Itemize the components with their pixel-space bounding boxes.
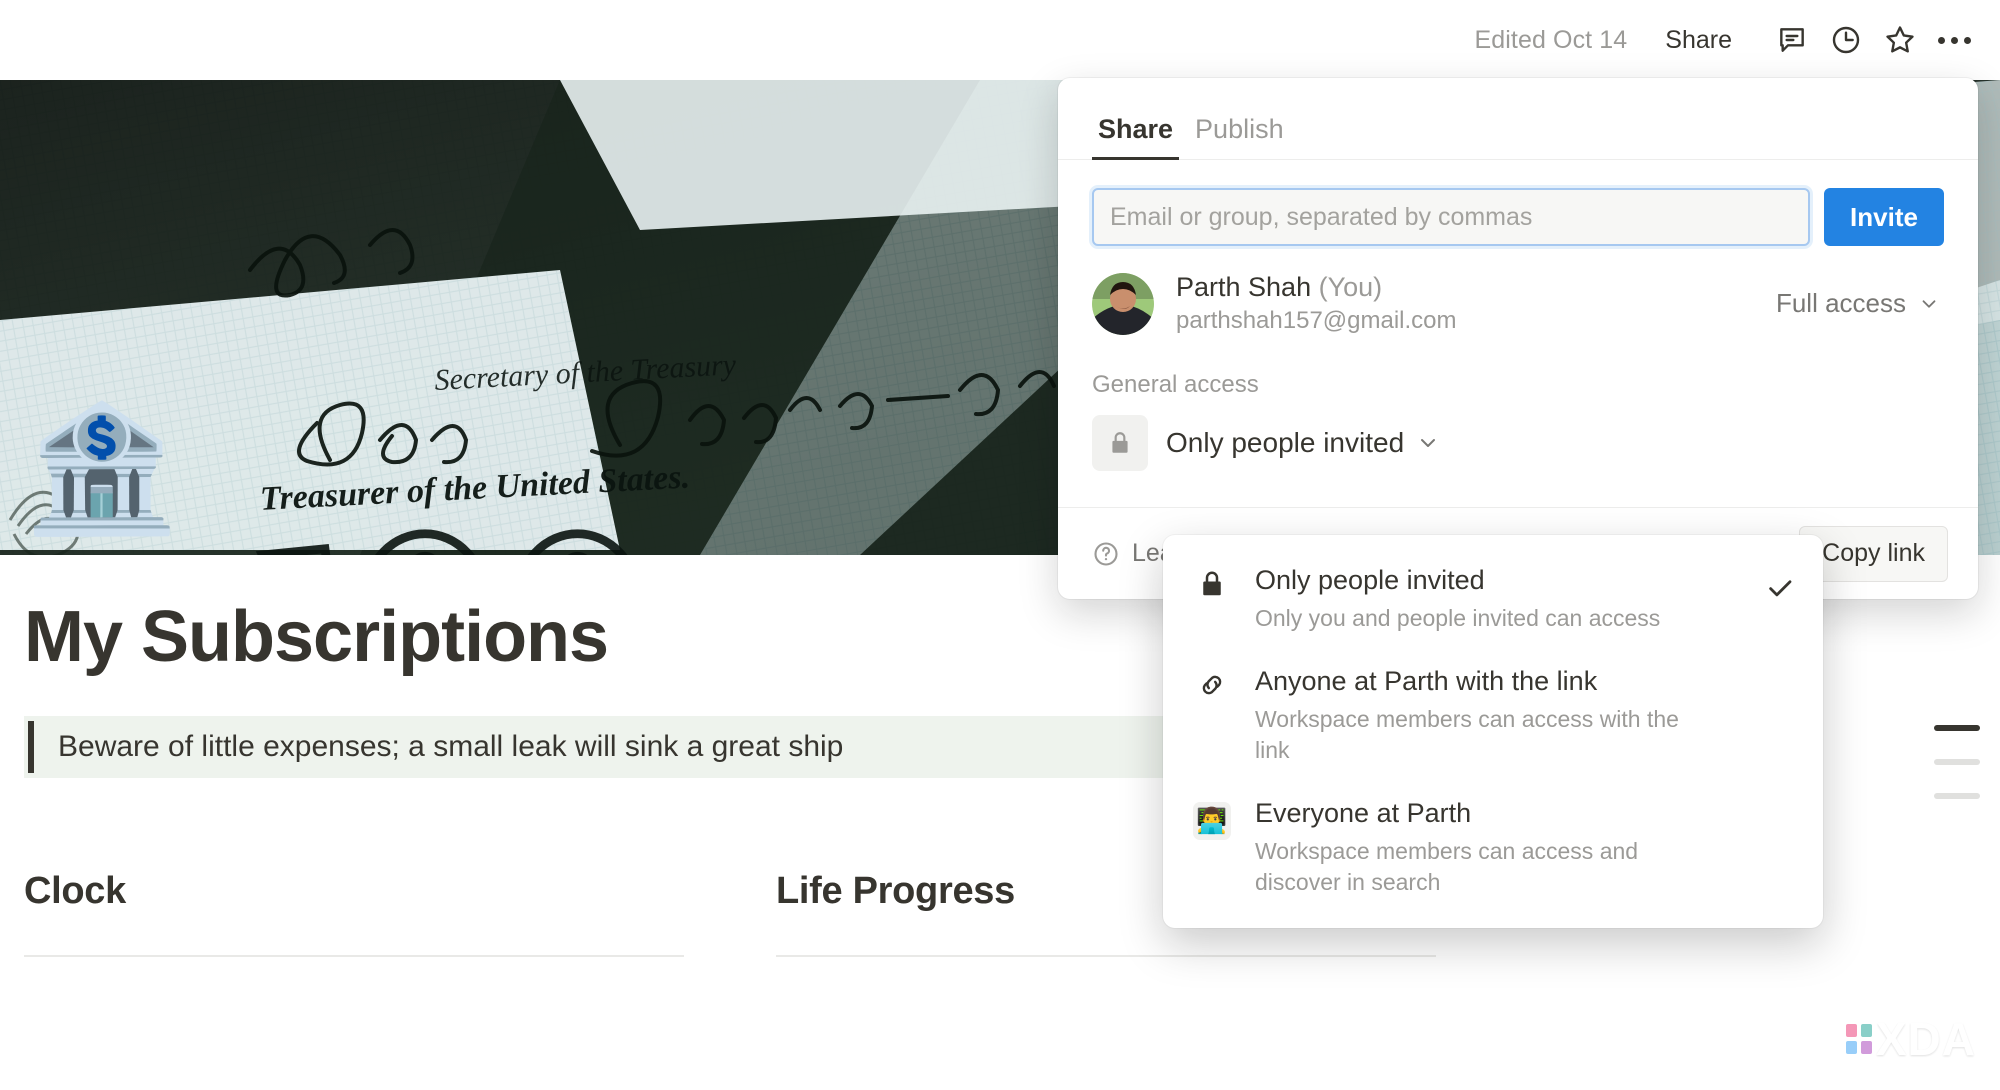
question-circle-icon [1094, 541, 1118, 566]
person-avatar-icon: 👨‍💻 [1191, 798, 1233, 841]
divider [776, 955, 1436, 957]
xda-wordmark: XDA [1875, 1013, 1976, 1065]
chevron-down-icon [1922, 299, 1936, 308]
xda-watermark: XDA [1845, 1012, 1976, 1066]
more-options-icon[interactable] [1930, 16, 1978, 64]
invite-button[interactable]: Invite [1824, 188, 1944, 246]
share-dialog: Share Publish Invite [1058, 78, 1978, 599]
top-toolbar: Edited Oct 14 Share [0, 0, 2000, 80]
menu-item-anyone-with-link[interactable]: Anyone at Parth with the link Workspace … [1163, 650, 1823, 782]
check-placeholder [1763, 666, 1797, 674]
heading-clock[interactable]: Clock [24, 870, 684, 913]
xda-logo-mark [1845, 1024, 1872, 1054]
menu-item-title: Anyone at Parth with the link [1255, 666, 1598, 697]
column-clock: Clock [24, 870, 684, 957]
menu-item-description: Workspace members can access with the li… [1255, 706, 1679, 764]
quote-accent-bar [28, 721, 34, 773]
page-emoji-icon[interactable]: 🏦 [24, 393, 178, 545]
invite-row: Invite [1058, 160, 1978, 246]
check-icon [1763, 565, 1797, 603]
general-access-value: Only people invited [1166, 427, 1405, 458]
menu-text: Anyone at Parth with the link Workspace … [1255, 666, 1741, 766]
person-email: parthshah157@gmail.com [1176, 307, 1457, 334]
person-access-value: Full access [1775, 288, 1906, 318]
person-meta: Parth Shah (You) parthshah157@gmail.com [1176, 272, 1776, 335]
person-access-dropdown[interactable]: Full access [1776, 288, 1944, 319]
lock-icon [1092, 415, 1148, 471]
person-name: Parth Shah (You) [1176, 272, 1776, 303]
menu-item-description: Workspace members can access and discove… [1255, 838, 1639, 896]
general-access-label: General access [1092, 371, 1259, 398]
comment-icon[interactable] [1768, 16, 1816, 64]
chevron-down-icon [1421, 439, 1436, 447]
notion-page: Secretary of the Treasury Treasurer of t… [0, 0, 2000, 1090]
general-access-row: Only people invited [1058, 399, 1978, 471]
menu-item-everyone-at-workspace[interactable]: 👨‍💻 Everyone at Parth Workspace members … [1163, 782, 1823, 914]
person-you-suffix: (You) [1318, 272, 1383, 302]
last-edited-label: Edited Oct 14 [1474, 25, 1628, 54]
toc-line[interactable] [1934, 759, 1980, 765]
avatar[interactable] [1092, 272, 1154, 335]
star-icon[interactable] [1876, 16, 1924, 64]
general-access-dropdown[interactable]: Only people invited [1166, 427, 1440, 459]
person-name-text: Parth Shah [1176, 272, 1312, 302]
menu-text: Everyone at Parth Workspace members can … [1255, 798, 1741, 898]
shared-person-row: Parth Shah (You) parthshah157@gmail.com … [1058, 246, 1978, 345]
share-dialog-tabs: Share Publish [1058, 78, 1978, 160]
menu-item-only-people-invited[interactable]: Only people invited Only you and people … [1163, 549, 1823, 650]
divider [24, 955, 684, 957]
menu-item-title: Everyone at Parth [1255, 798, 1472, 829]
workspace-avatar-chip: 👨‍💻 [1193, 802, 1231, 841]
tab-share[interactable]: Share [1092, 114, 1180, 160]
link-icon [1191, 666, 1233, 700]
check-placeholder [1763, 798, 1797, 806]
tab-publish[interactable]: Publish [1189, 114, 1290, 159]
toc-line-active[interactable] [1934, 725, 1980, 731]
quote-text: Beware of little expenses; a small leak … [58, 730, 844, 763]
menu-item-description: Only you and people invited can access [1255, 605, 1661, 631]
toc-line[interactable] [1934, 793, 1980, 799]
menu-text: Only people invited Only you and people … [1255, 565, 1741, 634]
clock-history-icon[interactable] [1822, 16, 1870, 64]
invite-email-input[interactable] [1092, 188, 1810, 246]
general-access-menu: Only people invited Only you and people … [1163, 535, 1823, 929]
table-of-contents-indicator[interactable] [1934, 725, 1980, 799]
menu-item-title: Only people invited [1255, 565, 1485, 595]
share-button[interactable]: Share [1653, 20, 1744, 61]
lock-icon [1191, 565, 1233, 599]
